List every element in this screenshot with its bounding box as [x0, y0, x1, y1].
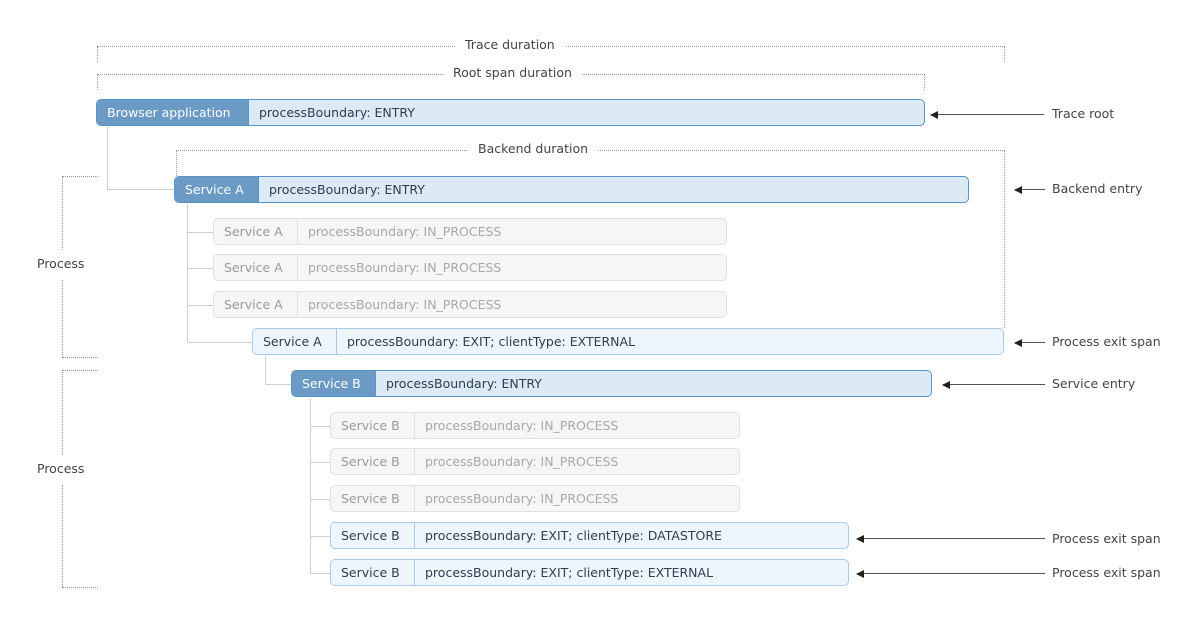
process-bracket-lower	[62, 280, 63, 357]
process-bracket-top	[62, 176, 98, 177]
connector	[310, 499, 331, 500]
annotation-process-exit-span: Process exit span	[1052, 334, 1161, 349]
span-service-name: Service A	[253, 329, 337, 354]
span-service-a-in-process[interactable]: Service A processBoundary: IN_PROCESS	[213, 254, 727, 281]
connector	[310, 573, 331, 574]
arrow-left-icon	[930, 110, 1044, 119]
span-attribute: processBoundary: ENTRY	[259, 105, 415, 120]
connector	[187, 305, 214, 306]
connector	[265, 356, 266, 384]
process-bracket-upper	[62, 176, 63, 250]
span-attribute: processBoundary: ENTRY	[269, 182, 425, 197]
span-attribute: processBoundary: IN_PROCESS	[425, 454, 619, 469]
span-service-b-exit-datastore[interactable]: Service B processBoundary: EXIT; clientT…	[330, 522, 849, 549]
span-attribute: processBoundary: ENTRY	[386, 376, 542, 391]
span-browser-application-entry[interactable]: Browser application processBoundary: ENT…	[96, 99, 925, 126]
annotation-process-exit-span: Process exit span	[1052, 565, 1161, 580]
span-service-a-in-process[interactable]: Service A processBoundary: IN_PROCESS	[213, 291, 727, 318]
span-service-b-entry[interactable]: Service B processBoundary: ENTRY	[291, 370, 932, 397]
connector	[187, 232, 214, 233]
trace-duration-label: Trace duration	[455, 37, 565, 53]
process-bracket-top	[62, 370, 98, 371]
span-attribute: processBoundary: IN_PROCESS	[308, 297, 502, 312]
arrow-left-icon	[1014, 338, 1045, 347]
connector	[310, 536, 331, 537]
process-bracket-bottom	[62, 357, 98, 358]
span-attribute: processBoundary: EXIT; clientType: EXTER…	[347, 334, 636, 349]
span-service-b-in-process[interactable]: Service B processBoundary: IN_PROCESS	[330, 448, 740, 475]
annotation-backend-entry: Backend entry	[1052, 181, 1143, 196]
process-label: Process	[37, 461, 85, 476]
process-label: Process	[37, 256, 85, 271]
arrow-left-icon	[942, 380, 1045, 389]
span-service-name: Service B	[331, 413, 415, 438]
span-service-name: Browser application	[97, 100, 249, 125]
span-service-name: Service B	[292, 371, 376, 396]
connector	[187, 204, 188, 342]
annotation-service-entry: Service entry	[1052, 376, 1136, 391]
span-service-a-exit-external[interactable]: Service A processBoundary: EXIT; clientT…	[252, 328, 1004, 355]
span-service-name: Service A	[214, 292, 298, 317]
span-service-b-in-process[interactable]: Service B processBoundary: IN_PROCESS	[330, 412, 740, 439]
arrow-left-icon	[856, 569, 1045, 578]
span-service-name: Service A	[214, 255, 298, 280]
span-service-name: Service B	[331, 449, 415, 474]
connector	[265, 384, 292, 385]
process-bracket-lower	[62, 485, 63, 587]
connector	[310, 426, 331, 427]
connector	[310, 462, 331, 463]
process-bracket-upper	[62, 370, 63, 455]
root-span-duration-right-tick	[924, 74, 925, 90]
span-attribute: processBoundary: EXIT; clientType: DATAS…	[425, 528, 722, 543]
span-service-a-in-process[interactable]: Service A processBoundary: IN_PROCESS	[213, 218, 727, 245]
span-attribute: processBoundary: EXIT; clientType: EXTER…	[425, 565, 714, 580]
connector	[187, 268, 214, 269]
span-attribute: processBoundary: IN_PROCESS	[425, 418, 619, 433]
span-attribute: processBoundary: IN_PROCESS	[308, 260, 502, 275]
span-service-name: Service A	[214, 219, 298, 244]
arrow-left-icon	[1014, 185, 1045, 194]
span-service-name: Service A	[175, 177, 259, 202]
connector	[107, 189, 176, 190]
root-span-duration-label: Root span duration	[443, 65, 582, 81]
backend-duration-label: Backend duration	[468, 141, 599, 157]
arrow-left-icon	[856, 534, 1045, 543]
annotation-process-exit-span: Process exit span	[1052, 531, 1161, 546]
span-service-name: Service B	[331, 523, 415, 548]
span-service-name: Service B	[331, 486, 415, 511]
connector	[310, 398, 311, 573]
span-attribute: processBoundary: IN_PROCESS	[425, 491, 619, 506]
root-span-duration-left-tick	[97, 74, 98, 90]
backend-duration-right-tick	[1004, 150, 1005, 328]
annotation-trace-root: Trace root	[1052, 106, 1115, 121]
connector	[187, 342, 253, 343]
span-service-b-exit-external[interactable]: Service B processBoundary: EXIT; clientT…	[330, 559, 849, 586]
process-bracket-bottom	[62, 587, 98, 588]
span-service-b-in-process[interactable]: Service B processBoundary: IN_PROCESS	[330, 485, 740, 512]
span-service-a-entry[interactable]: Service A processBoundary: ENTRY	[174, 176, 969, 203]
trace-duration-left-tick	[97, 46, 98, 62]
connector	[107, 127, 108, 189]
trace-duration-right-tick	[1004, 46, 1005, 62]
span-service-name: Service B	[331, 560, 415, 585]
span-attribute: processBoundary: IN_PROCESS	[308, 224, 502, 239]
backend-duration-left-tick	[176, 150, 177, 176]
